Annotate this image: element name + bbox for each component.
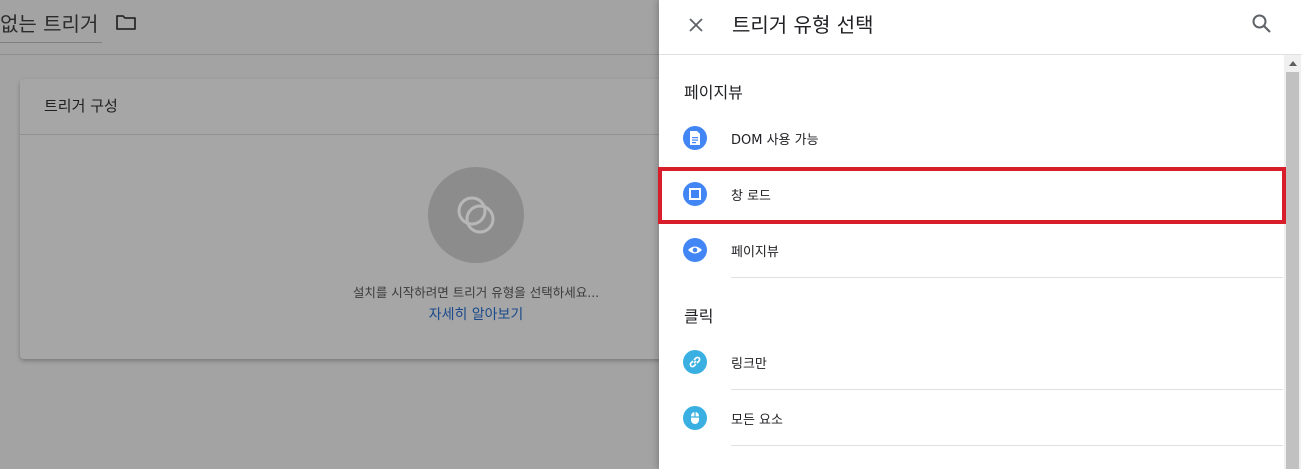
item-divider [731, 445, 1283, 446]
section-pageview-label: 페이지뷰 [684, 83, 743, 102]
link-icon [683, 350, 707, 374]
search-icon [1252, 14, 1271, 33]
scroll-up-arrow-icon[interactable] [1284, 55, 1301, 72]
trigger-type-label: 모든 요소 [731, 413, 783, 428]
trigger-type-panel: 트리거 유형 선택 페이지뷰 DOM 사용 가능 창 로드 페이지뷰 클릭 링크… [659, 0, 1302, 469]
mouse-icon [683, 406, 707, 430]
panel-title: 트리거 유형 선택 [732, 13, 874, 37]
section-click-label: 클릭 [684, 307, 714, 326]
item-divider [731, 277, 1283, 278]
trigger-placeholder-icon[interactable] [428, 167, 524, 263]
panel-header: 트리거 유형 선택 [659, 0, 1302, 55]
folder-icon[interactable] [116, 14, 136, 30]
scrollbar-thumb[interactable] [1286, 72, 1299, 469]
close-icon [689, 18, 703, 32]
eye-icon [683, 238, 707, 262]
document-icon [683, 126, 707, 150]
card-title: 트리거 구성 [44, 97, 118, 115]
trigger-config-card[interactable]: 트리거 구성 설치를 시작하려면 트리거 유형을 선택하세요... 자세히 알아… [20, 79, 700, 359]
trigger-type-label: 링크만 [731, 357, 767, 372]
trigger-type-page-view[interactable]: 페이지뷰 [659, 222, 1283, 278]
panel-scrollbar[interactable] [1284, 55, 1301, 469]
trigger-type-label: 페이지뷰 [731, 245, 779, 260]
trigger-type-dom-ready[interactable]: DOM 사용 가능 [659, 110, 1283, 166]
highlight-box [658, 167, 1286, 224]
trigger-type-just-links[interactable]: 링크만 [659, 334, 1283, 390]
card-header: 트리거 구성 [20, 79, 700, 135]
trigger-name-title[interactable]: 없는 트리거 [0, 8, 103, 43]
search-button[interactable] [1250, 12, 1274, 36]
close-button[interactable] [683, 12, 709, 38]
trigger-type-label: DOM 사용 가능 [731, 133, 819, 148]
trigger-type-all-elements[interactable]: 모든 요소 [659, 390, 1283, 446]
